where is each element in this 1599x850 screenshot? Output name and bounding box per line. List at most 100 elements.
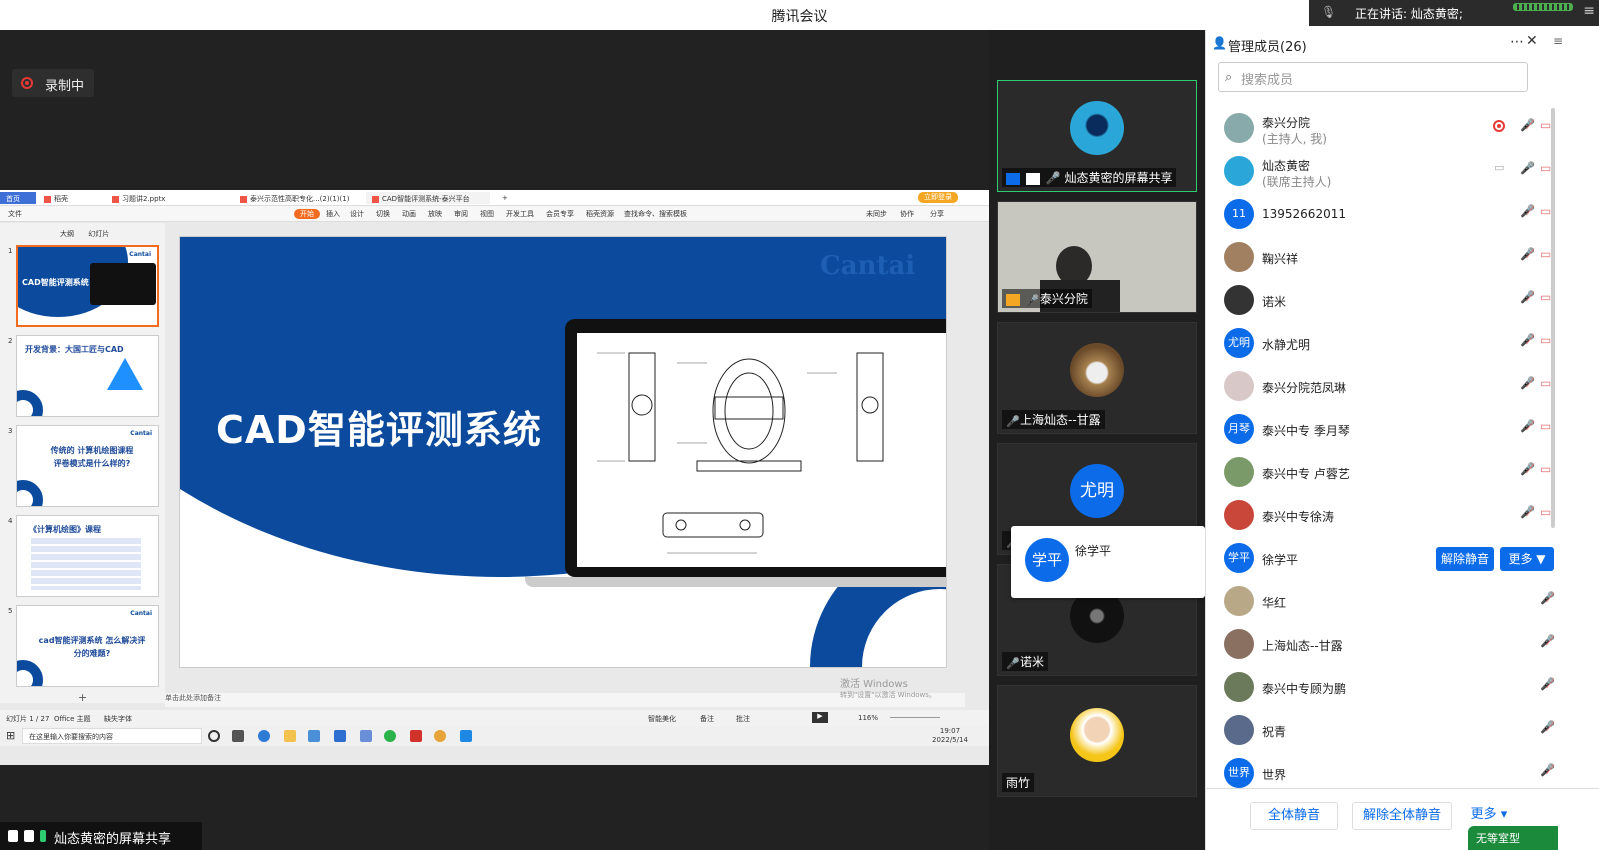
mic-muted-icon[interactable]: 🎤̸ [1520, 505, 1535, 519]
play-icon[interactable]: ▶ [812, 712, 828, 723]
chrome-icon[interactable] [434, 730, 446, 742]
zoom-level[interactable]: 116% [858, 714, 878, 722]
member-row[interactable]: 泰兴中专徐涛 🎤̸ ▭ [1206, 495, 1599, 538]
member-row[interactable]: 泰兴中专 卢蓉艺 🎤̸ ▭ [1206, 452, 1599, 495]
ribbon-design[interactable]: 设计 [350, 209, 364, 219]
video-tile[interactable]: 🎤上海灿态--甘露 [997, 322, 1197, 434]
member-row[interactable]: 月琴 泰兴中专 季月琴 🎤̸ ▭ [1206, 409, 1599, 452]
more-button[interactable]: 更多 ▼ [1500, 547, 1554, 571]
comments-toggle[interactable]: 批注 [736, 714, 750, 724]
ribbon-review[interactable]: 审阅 [454, 209, 468, 219]
tab-slides[interactable]: 幻灯片 [88, 230, 109, 238]
unmute-button[interactable]: 解除静音 [1436, 547, 1494, 571]
beautify-button[interactable]: 智能美化 [648, 714, 676, 724]
login-button[interactable]: 立即登录 [918, 192, 958, 203]
zoom-slider[interactable] [890, 717, 940, 718]
edge-icon[interactable] [258, 730, 270, 742]
member-row[interactable]: 尤明 水静尤明 🎤̸ ▭ [1206, 323, 1599, 366]
ribbon-devtools[interactable]: 开发工具 [506, 209, 534, 219]
mic-muted-icon[interactable]: 🎤̸ [1540, 591, 1555, 605]
tab-outline[interactable]: 大纲 [60, 230, 74, 238]
camera-off-icon[interactable]: ▭ [1540, 462, 1551, 476]
member-row[interactable]: 11 13952662011 🎤̸ ▭ [1206, 194, 1599, 237]
close-icon[interactable]: ✕ [1526, 33, 1538, 49]
mic-muted-icon[interactable]: 🎤̸ [1520, 376, 1535, 390]
more-options-icon[interactable]: ⋯ [1510, 34, 1524, 50]
task-view-icon[interactable] [232, 730, 244, 742]
mic-muted-icon[interactable]: 🎤̸ [1520, 333, 1535, 347]
member-row[interactable]: 学平 徐学平 解除静音 更多 ▼ [1206, 538, 1599, 581]
menu-icon[interactable]: ≡ [1583, 3, 1595, 19]
camera-off-icon[interactable]: ▭ [1540, 161, 1551, 175]
mic-muted-icon[interactable]: 🎤̸ [1540, 634, 1555, 648]
ribbon-docer[interactable]: 稻壳资源 [586, 209, 614, 219]
mic-muted-icon[interactable]: 🎤̸ [1540, 720, 1555, 734]
tab-home[interactable]: 首页 [0, 192, 36, 204]
slide-thumbnail[interactable]: 传统的 计算机绘图课程 评卷模式是什么样的? Cantai [16, 425, 159, 507]
mail-icon[interactable] [334, 730, 346, 742]
camera-off-icon[interactable]: ▭ [1540, 118, 1551, 132]
member-row[interactable]: 泰兴分院 (主持人, 我) 🎤̸ ▭ [1206, 108, 1599, 151]
camera-off-icon[interactable]: ▭ [1540, 247, 1551, 261]
ribbon-slideshow[interactable]: 放映 [428, 209, 442, 219]
camera-off-icon[interactable]: ▭ [1540, 333, 1551, 347]
ribbon-collab[interactable]: 协作 [900, 209, 914, 219]
member-row[interactable]: 上海灿态--甘露 🎤̸ [1206, 624, 1599, 667]
ribbon-search[interactable]: 查找命令、搜索模板 [624, 209, 687, 219]
file-explorer-icon[interactable] [284, 730, 296, 742]
camera-off-icon[interactable]: ▭ [1540, 204, 1551, 218]
mic-muted-icon[interactable]: 🎤̸ [1520, 247, 1535, 261]
member-row[interactable]: 泰兴中专顾为鹏 🎤̸ [1206, 667, 1599, 710]
tab-ppt-1[interactable]: 习题讲2.pptx [106, 192, 230, 204]
mic-icon[interactable]: 🎤 [1520, 161, 1535, 175]
member-row[interactable]: 灿态黄密 (联席主持人) ▭ 🎤 ▭ [1206, 151, 1599, 194]
tab-ppt-2[interactable]: 泰兴示范性高职专化...(2)(1)(1) [234, 192, 358, 204]
mic-muted-icon[interactable]: 🎤̸ [1540, 763, 1555, 777]
mic-muted-icon[interactable]: 🎤̸ [1520, 204, 1535, 218]
unmute-all-button[interactable]: 解除全体静音 [1352, 802, 1452, 830]
member-row[interactable]: 诺米 🎤̸ ▭ [1206, 280, 1599, 323]
member-row[interactable]: 祝青 🎤̸ [1206, 710, 1599, 753]
windows-start-icon[interactable]: ⊞ [6, 729, 15, 742]
notes-toggle[interactable]: 备注 [700, 714, 714, 724]
mic-muted-icon[interactable]: 🎤̸ [1520, 118, 1535, 132]
camera-off-icon[interactable]: ▭ [1540, 505, 1551, 519]
ribbon-insert[interactable]: 插入 [326, 209, 340, 219]
ribbon-share[interactable]: 分享 [930, 209, 944, 219]
ribbon-file[interactable]: 文件 [8, 209, 22, 219]
video-tile[interactable]: 🎤泰兴分院 [997, 201, 1197, 313]
slide-thumbnail[interactable]: CAD智能评测系统 Cantai [16, 245, 159, 327]
mic-muted-icon[interactable]: 🎤̸ [1520, 419, 1535, 433]
mic-muted-icon[interactable]: 🎤̸ [1540, 677, 1555, 691]
member-row[interactable]: 泰兴分院范凤琳 🎤̸ ▭ [1206, 366, 1599, 409]
member-row[interactable]: 华红 🎤̸ [1206, 581, 1599, 624]
missing-font[interactable]: 缺失字体 [104, 714, 132, 724]
slide-thumbnail[interactable]: 《计算机绘图》课程 [16, 515, 159, 597]
tab-ppt-active[interactable]: CAD智能评测系统-泰兴平台 [366, 192, 490, 204]
ribbon-start[interactable]: 开始 [294, 209, 320, 219]
wechat-icon[interactable] [384, 730, 396, 742]
meeting-icon[interactable] [460, 730, 472, 742]
taskbar-search[interactable]: 在这里输入你要搜索的内容 [22, 728, 202, 744]
ribbon-view[interactable]: 视图 [480, 209, 494, 219]
ribbon-animation[interactable]: 动画 [402, 209, 416, 219]
camera-off-icon[interactable]: ▭ [1540, 290, 1551, 304]
add-slide-icon[interactable]: + [78, 691, 87, 704]
store-icon[interactable] [308, 730, 320, 742]
screen-share-indicator[interactable]: 灿态黄密的屏幕共享 [0, 822, 202, 850]
tab-docer[interactable]: 稻壳 [38, 192, 74, 204]
slide-thumbnail[interactable]: 开发背景：大国工匠与CAD [16, 335, 159, 417]
ribbon-transition[interactable]: 切换 [376, 209, 390, 219]
search-app-icon[interactable] [360, 730, 372, 742]
waiting-room-badge[interactable]: 无等室型 [1468, 826, 1558, 850]
wps-icon[interactable] [410, 730, 422, 742]
member-popup[interactable]: 学平 徐学平 [1011, 526, 1205, 598]
sidebar-toggle-icon[interactable]: ≡ [1547, 34, 1569, 56]
camera-off-icon[interactable]: ▭ [1540, 419, 1551, 433]
ribbon-member[interactable]: 会员专享 [546, 209, 574, 219]
slide-thumbnail[interactable]: cad智能评测系统 怎么解决评分的难题? Cantai [16, 605, 159, 687]
camera-off-icon[interactable]: ▭ [1540, 376, 1551, 390]
cortana-icon[interactable] [208, 730, 220, 742]
member-row[interactable]: 鞠兴祥 🎤̸ ▭ [1206, 237, 1599, 280]
mic-muted-icon[interactable]: 🎤̸ [1520, 290, 1535, 304]
